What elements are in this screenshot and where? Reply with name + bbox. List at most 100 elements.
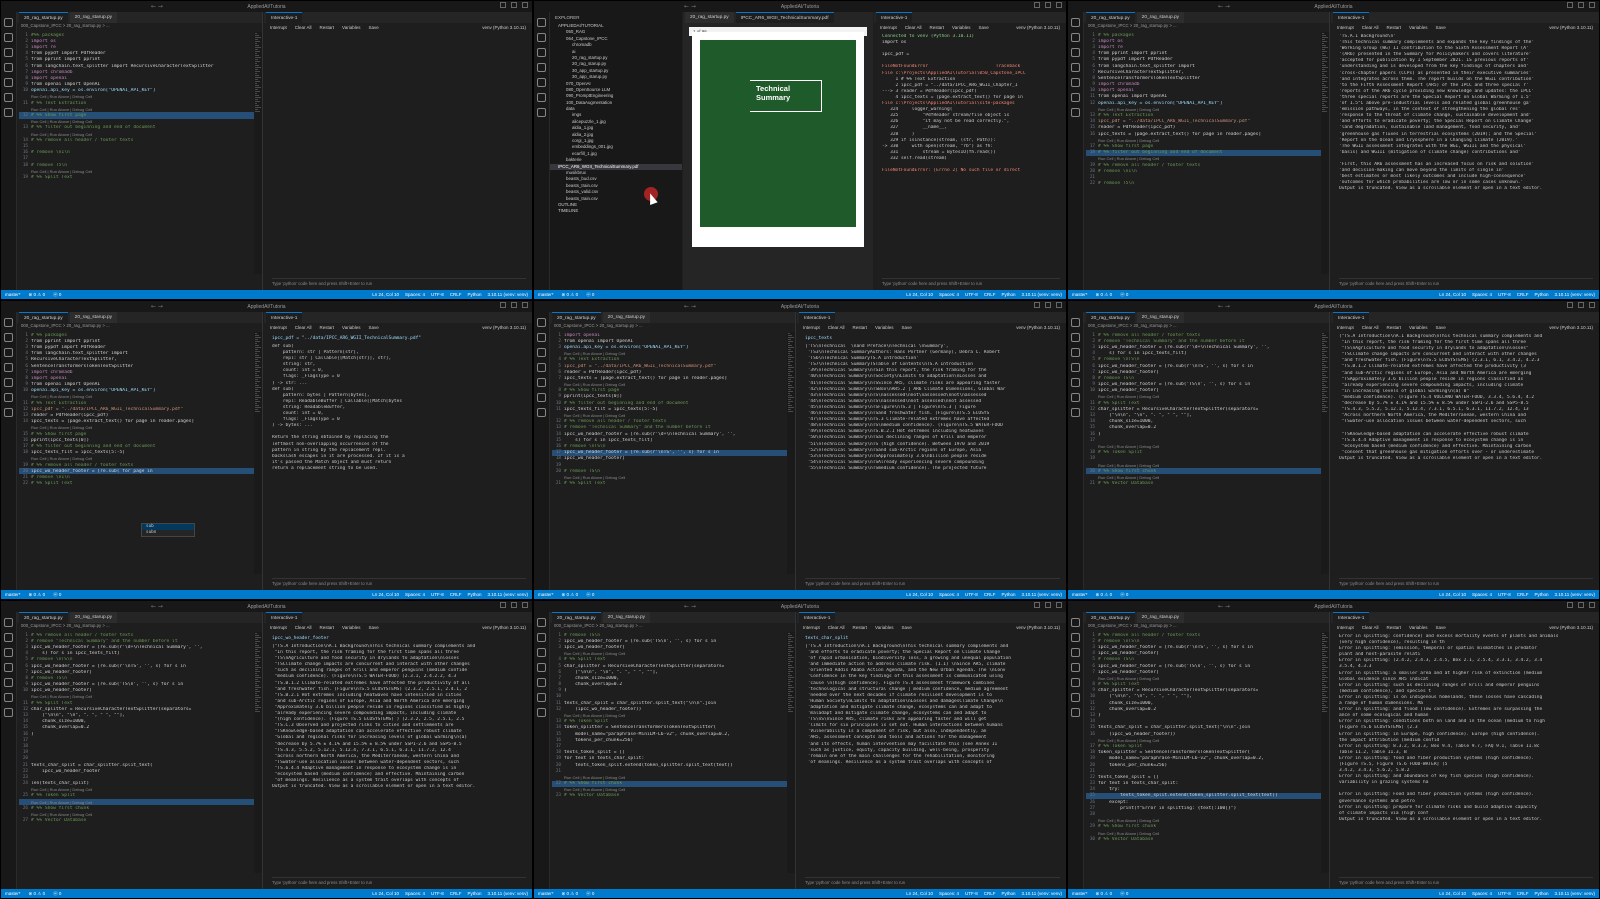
toolbar-save-button[interactable]: Save <box>1435 625 1445 630</box>
files-icon[interactable] <box>537 318 546 327</box>
extensions-icon[interactable] <box>537 378 546 387</box>
eol[interactable]: CRLF <box>984 292 996 297</box>
toolbar-variables-button[interactable]: Variables <box>875 625 893 630</box>
cursor-position[interactable]: Ln 24, Col 10 <box>372 891 399 896</box>
branch-status[interactable]: master* <box>538 292 554 297</box>
source-control-icon[interactable] <box>537 348 546 357</box>
interactive-tab[interactable]: Interactive-1 <box>266 612 303 623</box>
editor-tab[interactable]: 20_rag_startup.py <box>1086 312 1135 323</box>
autocomplete-popup[interactable]: sub subn <box>141 523 195 537</box>
code-lines[interactable]: 1 # %% remove all header / footer texts 2 #… <box>17 632 254 873</box>
extensions-icon[interactable] <box>537 678 546 687</box>
toolbar-restart-button[interactable]: Restart <box>1387 25 1402 30</box>
panel-icon[interactable] <box>1045 2 1051 8</box>
code-lines[interactable]: 1 import openai 2 from openai import OpenAI… <box>550 332 787 574</box>
codelens[interactable]: Run Cell | Run Above | Debug Cell <box>31 812 92 817</box>
editor-tab[interactable]: 20_rag_starup.py <box>69 12 118 23</box>
kernel-picker[interactable]: venv (Python 3.10.11) <box>482 625 532 630</box>
minimap[interactable] <box>254 32 262 274</box>
interactive-input[interactable]: Type 'python' code here and press Shift+… <box>1339 877 1593 886</box>
codelens[interactable]: Run Cell | Run Above | Debug Cell <box>31 119 92 124</box>
minimap[interactable] <box>1321 32 1329 274</box>
branch-status[interactable]: master* <box>1072 592 1088 597</box>
codelens[interactable]: Run Cell | Run Above | Debug Cell <box>31 169 92 174</box>
interactive-input[interactable]: Type 'python' code here and press Shift+… <box>805 578 1060 587</box>
toolbar-variables-button[interactable]: Variables <box>1409 25 1427 30</box>
encoding[interactable]: UTF-8 <box>965 592 978 597</box>
toolbar-restart-button[interactable]: Restart <box>853 325 868 330</box>
breadcrumb[interactable]: 000_Capstone_IPCC > 20_rag_startup.py > … <box>1084 23 1329 31</box>
pdf-tab[interactable]: IPCC_AR6_WGII_TechnicalSummary.pdf <box>735 12 834 23</box>
toolbar-variables-button[interactable]: Variables <box>1409 325 1427 330</box>
problems-status[interactable]: ⊗ 0 ⚠ 0 <box>562 292 579 298</box>
interpreter[interactable]: 3.10.11 (venv: venv) <box>1022 891 1062 896</box>
nav-arrows[interactable]: ← → <box>1218 603 1230 610</box>
run-debug-icon[interactable] <box>537 63 546 72</box>
split-icon[interactable] <box>1056 2 1062 8</box>
kernel-picker[interactable]: venv (Python 3.10.11) <box>1016 625 1066 630</box>
eol[interactable]: CRLF <box>450 592 462 597</box>
source-control-icon[interactable] <box>1071 48 1080 57</box>
split-icon[interactable] <box>1589 2 1595 8</box>
account-icon[interactable] <box>537 693 546 702</box>
files-icon[interactable] <box>1071 618 1080 627</box>
toolbar-clear-all-button[interactable]: Clear All <box>295 325 312 330</box>
breadcrumb[interactable]: 000_Capstone_IPCC > 20_rag_startup.py > … <box>17 623 262 631</box>
ports-status[interactable]: ⓦ 0 <box>1120 891 1128 897</box>
account-icon[interactable] <box>1071 93 1080 102</box>
ports-status[interactable]: ⓦ 0 <box>586 292 594 298</box>
search-icon[interactable] <box>1071 333 1080 342</box>
indentation[interactable]: Spaces: 4 <box>939 592 959 597</box>
kernel-picker[interactable]: venv (Python 3.10.11) <box>1016 325 1066 330</box>
eol[interactable]: CRLF <box>1517 891 1529 896</box>
breadcrumb[interactable]: 000_Capstone_IPCC > 20_rag_startup.py > … <box>1084 323 1329 331</box>
indentation[interactable]: Spaces: 4 <box>405 292 425 297</box>
language-mode[interactable]: Python <box>468 292 482 297</box>
account-icon[interactable] <box>4 93 13 102</box>
toolbar-restart-button[interactable]: Restart <box>1387 325 1402 330</box>
cursor-position[interactable]: Ln 24, Col 10 <box>906 891 933 896</box>
split-icon[interactable] <box>522 602 528 608</box>
layout-icon[interactable] <box>500 302 506 308</box>
encoding[interactable]: UTF-8 <box>1498 292 1511 297</box>
minimap[interactable] <box>254 332 262 574</box>
split-icon[interactable] <box>1589 602 1595 608</box>
language-mode[interactable]: Python <box>1535 891 1549 896</box>
code-lines[interactable]: 1 # %% remove all header / footer texts 2 #… <box>1084 332 1321 574</box>
toolbar-variables-button[interactable]: Variables <box>342 625 360 630</box>
cursor-position[interactable]: Ln 24, Col 10 <box>372 592 399 597</box>
toolbar-clear-all-button[interactable]: Clear All <box>1362 325 1379 330</box>
layout-icon[interactable] <box>500 2 506 8</box>
settings-icon[interactable] <box>537 108 546 117</box>
search-icon[interactable] <box>4 633 13 642</box>
codelens[interactable]: Run Cell | Run Above | Debug Cell <box>1098 475 1159 480</box>
cursor-position[interactable]: Ln 24, Col 10 <box>372 292 399 297</box>
codelens[interactable]: Run Cell | Run Above | Debug Cell <box>1098 738 1159 743</box>
extensions-icon[interactable] <box>537 78 546 87</box>
cursor-position[interactable]: Ln 24, Col 10 <box>1439 592 1466 597</box>
source-control-icon[interactable] <box>4 648 13 657</box>
layout-icon[interactable] <box>1034 2 1040 8</box>
branch-status[interactable]: master* <box>1072 292 1088 297</box>
language-mode[interactable]: Python <box>1002 292 1016 297</box>
ports-status[interactable]: ⓦ 0 <box>53 292 61 298</box>
code-lines[interactable]: 1 #%% packages 2 import os 3 import re 4 from p… <box>17 32 254 274</box>
extensions-icon[interactable] <box>1071 678 1080 687</box>
toolbar-clear-all-button[interactable]: Clear All <box>1362 625 1379 630</box>
problems-status[interactable]: ⊗ 0 ⚠ 0 <box>562 592 579 598</box>
files-icon[interactable] <box>4 618 13 627</box>
search-icon[interactable] <box>4 333 13 342</box>
language-mode[interactable]: Python <box>1535 592 1549 597</box>
editor-tab[interactable]: 20_rag_starup.py <box>1136 612 1185 623</box>
editor-tab[interactable]: 20_rag_startup.py <box>552 612 601 623</box>
kernel-picker[interactable]: venv (Python 3.10.11) <box>1549 325 1599 330</box>
editor-tab[interactable]: 20_rag_starup.py <box>602 612 651 623</box>
run-debug-icon[interactable] <box>4 363 13 372</box>
interpreter[interactable]: 3.10.11 (venv: venv) <box>488 292 528 297</box>
extensions-icon[interactable] <box>4 78 13 87</box>
run-debug-icon[interactable] <box>1071 363 1080 372</box>
branch-status[interactable]: master* <box>538 592 554 597</box>
cursor-position[interactable]: Ln 24, Col 10 <box>1439 292 1466 297</box>
branch-status[interactable]: master* <box>1072 891 1088 896</box>
cursor-position[interactable]: Ln 24, Col 10 <box>1439 891 1466 896</box>
